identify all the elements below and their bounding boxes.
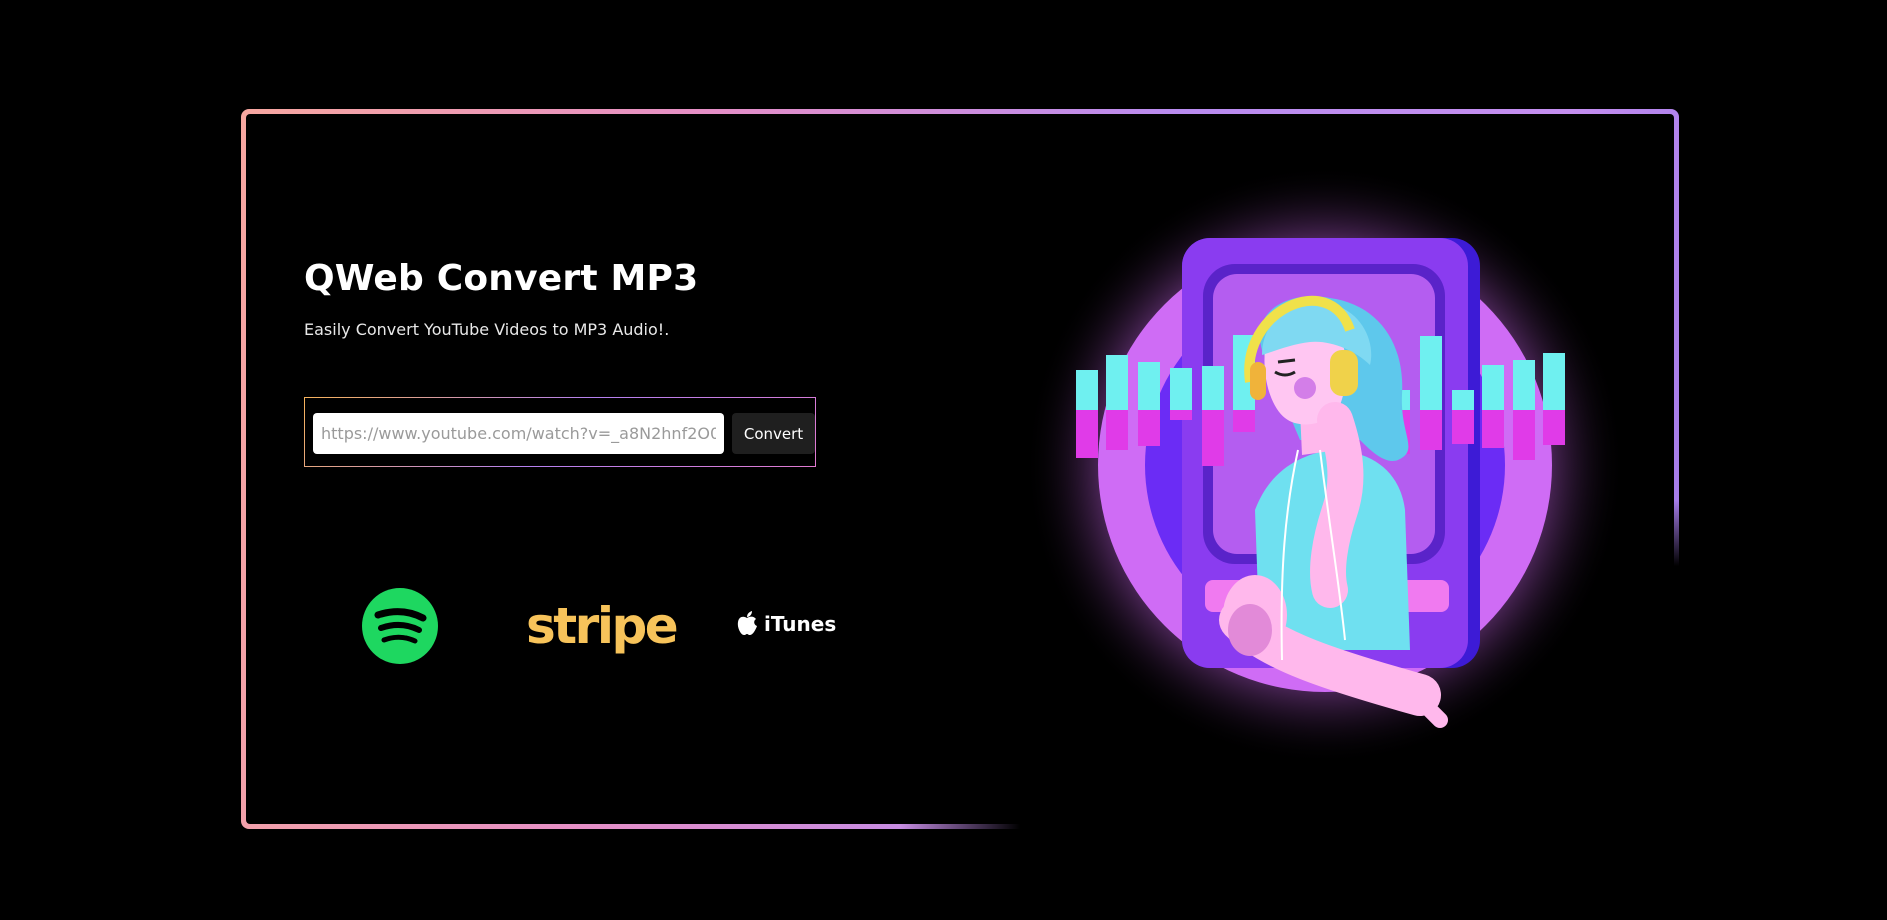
frame-fade-right [1665, 500, 1685, 830]
frame-fade [900, 815, 1700, 835]
convert-form: Convert [304, 397, 816, 467]
stripe-logo: stripe [526, 597, 679, 655]
itunes-label: iTunes [764, 612, 837, 636]
page-subtitle: Easily Convert YouTube Videos to MP3 Aud… [304, 320, 670, 339]
music-girl-illustration [1025, 165, 1625, 765]
youtube-url-input[interactable] [313, 413, 724, 454]
spotify-logo-icon [362, 588, 438, 664]
page-title: QWeb Convert MP3 [304, 258, 699, 299]
apple-icon [737, 611, 757, 635]
itunes-logo: iTunes [736, 611, 836, 637]
convert-button[interactable]: Convert [732, 413, 815, 454]
